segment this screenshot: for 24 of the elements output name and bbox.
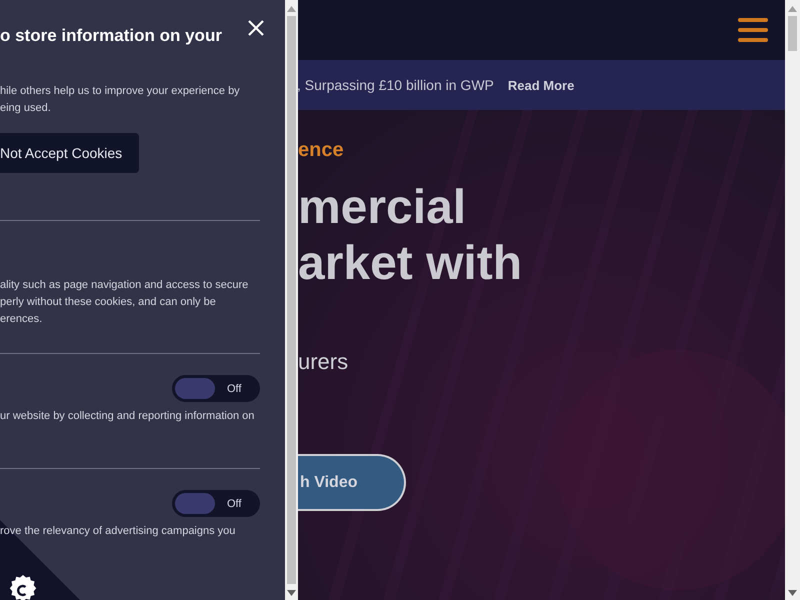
hero-heading: mercial arket with [298, 180, 522, 292]
scroll-down-icon[interactable] [287, 590, 296, 596]
scroll-down-icon[interactable] [788, 590, 797, 596]
scroll-up-icon[interactable] [287, 6, 296, 12]
menu-icon[interactable] [738, 17, 768, 43]
scroll-thumb[interactable] [287, 16, 296, 584]
read-more-link[interactable]: Read More [508, 78, 574, 92]
reject-cookies-button[interactable]: Not Accept Cookies [0, 133, 140, 173]
scroll-thumb[interactable] [788, 16, 797, 51]
cookie-description: rove the relevancy of advertising campaigns you [0, 524, 236, 539]
announcement-text: , Surpassing £10 billion in GWP [297, 77, 494, 93]
cookie-description: ality such as page navigation and access to secure perly without these cookies, and can only be erences. [0, 278, 250, 327]
watch-video-button[interactable]: h Video [298, 454, 406, 511]
scrollbar[interactable] [785, 0, 800, 600]
cookie-toggle[interactable]: Off [172, 490, 260, 517]
cookie-intro: hile others help us to improve your experience by eing used. [0, 84, 241, 116]
cookie-description: ur website by collecting and reporting information on [0, 409, 256, 424]
scroll-up-icon[interactable] [788, 6, 797, 12]
scrollbar[interactable] [285, 0, 298, 600]
hero-subtitle: urers [298, 349, 348, 375]
hero-eyebrow: ence [298, 138, 344, 163]
panel-title: o store information on your [0, 26, 222, 46]
cookie-toggle[interactable]: Off [172, 375, 260, 402]
close-icon[interactable] [247, 19, 265, 37]
